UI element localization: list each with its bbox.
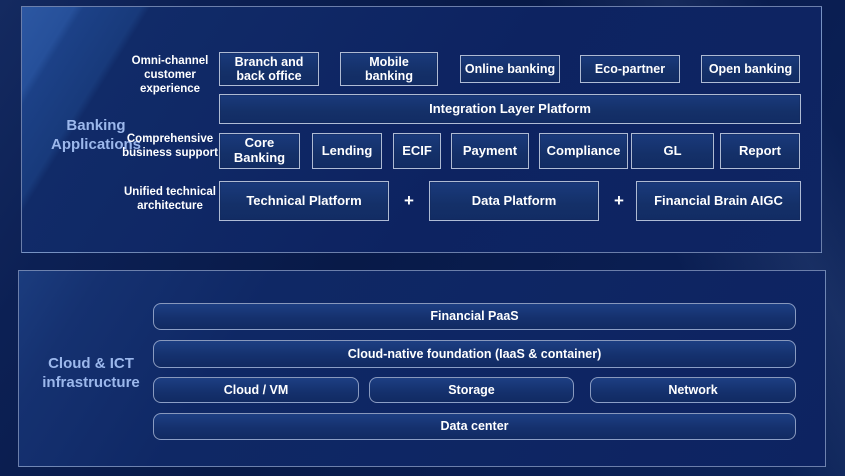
online-banking-box: Online banking [460,55,560,83]
core-banking-box: Core Banking [219,133,300,169]
plus-sign: + [396,181,422,221]
data-center-box: Data center [153,413,796,440]
cloud-ict-panel: Cloud & ICT infrastructure Financial Paa… [18,270,826,467]
data-platform-box: Data Platform [429,181,599,221]
plus-sign: + [606,181,632,221]
financial-brain-aigc-box: Financial Brain AIGC [636,181,801,221]
compliance-box: Compliance [539,133,628,169]
cloud-vm-box: Cloud / VM [153,377,359,403]
cloud-ict-heading: Cloud & ICT infrastructure [31,355,151,393]
payment-box: Payment [451,133,529,169]
network-box: Network [590,377,796,403]
omni-channel-row-label: Omni-channel customer experience [118,54,222,96]
mobile-banking-box: Mobile banking [340,52,438,86]
open-banking-box: Open banking [701,55,800,83]
integration-layer-platform-box: Integration Layer Platform [219,94,801,124]
gl-box: GL [631,133,714,169]
eco-partner-box: Eco-partner [580,55,680,83]
technical-platform-box: Technical Platform [219,181,389,221]
report-box: Report [720,133,800,169]
ecif-box: ECIF [393,133,441,169]
lending-box: Lending [312,133,382,169]
financial-paas-box: Financial PaaS [153,303,796,330]
architecture-diagram: Banking Applications Omni-channel custom… [0,0,845,476]
cloud-native-foundation-box: Cloud-native foundation (IaaS & containe… [153,340,796,368]
business-support-row-label: Comprehensive business support [118,132,222,160]
banking-applications-panel: Banking Applications Omni-channel custom… [21,6,822,253]
technical-architecture-row-label: Unified technical architecture [118,185,222,213]
storage-box: Storage [369,377,574,403]
branch-back-office-box: Branch and back office [219,52,319,86]
